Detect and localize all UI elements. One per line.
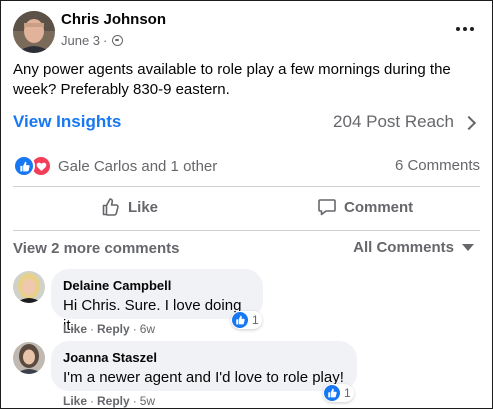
post-reach-label: 204 Post Reach	[333, 112, 454, 131]
thumbs-up-icon	[102, 198, 119, 216]
more-options-icon[interactable]	[456, 27, 474, 31]
reactions-names: Gale Carlos and 1 other	[58, 157, 218, 175]
comment-sep: ·	[90, 322, 95, 336]
comment-sep: ·	[132, 394, 137, 408]
comment-bubble: Joanna Staszel I'm a newer agent and I'd…	[51, 341, 357, 391]
post-meta: June 3 ·	[61, 33, 124, 48]
comment-actions: Like · Reply · 6w	[63, 322, 155, 336]
all-comments-label: All Comments	[353, 239, 454, 256]
chevron-right-icon	[461, 115, 477, 130]
like-reaction-icon	[232, 312, 248, 328]
comment-icon	[318, 199, 336, 216]
all-comments-filter[interactable]: All Comments	[353, 239, 474, 256]
reactions-summary[interactable]: Gale Carlos and 1 other	[13, 155, 217, 177]
author-avatar[interactable]	[13, 11, 55, 53]
comment-actions: Like · Reply · 5w	[63, 394, 155, 408]
comment-bubble: Delaine Campbell Hi Chris. Sure. I love …	[51, 269, 263, 334]
post-reach[interactable]: 204 Post Reach	[333, 112, 477, 132]
comment-sep: ·	[90, 394, 95, 408]
comment-like-link[interactable]: Like	[63, 394, 87, 408]
divider-bottom	[13, 230, 480, 231]
like-button[interactable]: Like	[101, 197, 158, 217]
commenter-avatar[interactable]	[13, 271, 45, 303]
globe-icon[interactable]	[112, 35, 124, 46]
author-name[interactable]: Chris Johnson	[61, 11, 166, 28]
comment-reaction-count[interactable]: 1	[231, 311, 262, 329]
post-text: Any power agents available to role play …	[13, 61, 451, 98]
divider-top	[13, 186, 480, 187]
comment-sep: ·	[132, 322, 137, 336]
comment-reaction-count[interactable]: 1	[323, 384, 354, 402]
comment-age[interactable]: 6w	[140, 322, 155, 336]
comment-reaction-number: 1	[344, 386, 351, 400]
post-date[interactable]: June 3	[61, 33, 100, 48]
commenter-avatar[interactable]	[13, 342, 45, 374]
caret-down-icon	[462, 244, 474, 251]
post-card: Chris Johnson June 3 · Any power agents …	[0, 0, 493, 409]
like-button-label: Like	[128, 198, 159, 216]
like-reaction-icon	[324, 385, 340, 401]
comment-age[interactable]: 5w	[140, 394, 155, 408]
commenter-name[interactable]: Delaine Campbell	[63, 278, 251, 294]
comment-text: I'm a newer agent and I'd love to role p…	[63, 369, 344, 386]
meta-separator: ·	[103, 33, 108, 48]
comment-reaction-number: 1	[252, 313, 259, 327]
commenter-name[interactable]: Joanna Staszel	[63, 350, 345, 366]
comment-reply-link[interactable]: Reply	[97, 322, 130, 336]
comment-reply-link[interactable]: Reply	[97, 394, 130, 408]
comment-button-label: Comment	[344, 198, 414, 216]
comment-like-link[interactable]: Like	[63, 322, 87, 336]
view-insights-link[interactable]: View Insights	[13, 112, 121, 132]
view-more-comments-link[interactable]: View 2 more comments	[13, 240, 179, 257]
like-reaction-icon	[13, 155, 35, 177]
comment-button[interactable]: Comment	[317, 197, 413, 217]
comments-count[interactable]: 6 Comments	[395, 157, 480, 174]
